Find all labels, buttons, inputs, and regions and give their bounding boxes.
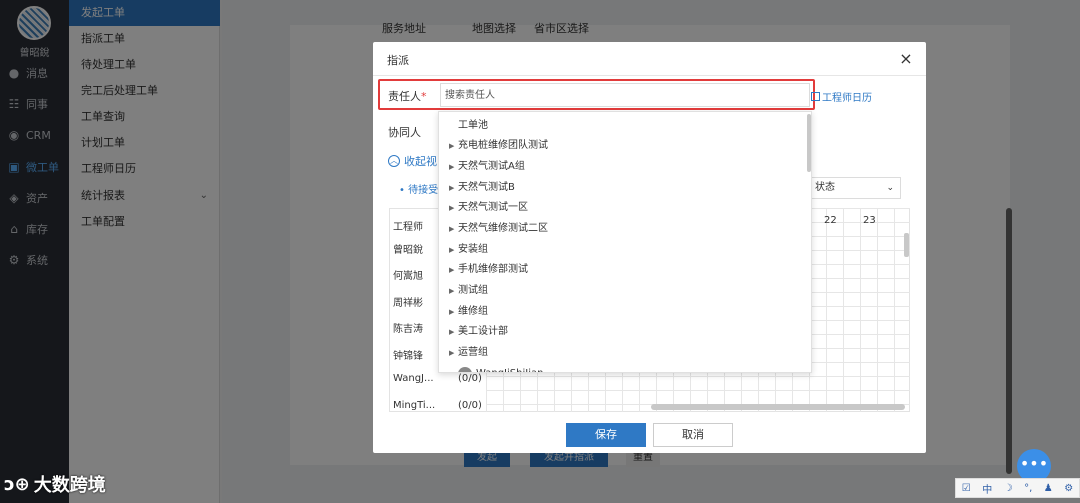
dropdown-scrollbar[interactable] (807, 114, 811, 172)
hour-label: 22 (824, 215, 837, 226)
watermark: ↄ⊕ 大数跨境 (4, 470, 154, 498)
engineer-calendar-link[interactable]: 工程师日历 (811, 89, 872, 104)
caret-right-icon: ▶ (449, 184, 455, 192)
dropdown-item-pool[interactable]: 工单池 (458, 116, 488, 136)
dialog-header: 指派 × (373, 42, 926, 76)
ime-check-icon[interactable]: ☑ (962, 483, 971, 494)
dropdown-group[interactable]: ▶ 美工设计部 (449, 322, 508, 342)
caret-right-icon: ▶ (449, 266, 455, 274)
caret-right-icon: ▶ (449, 308, 455, 316)
engineer-count: (0/0) (458, 373, 482, 384)
dropdown-group[interactable]: ▶ 测试组 (449, 281, 488, 301)
pending-legend: • 待接受 (399, 185, 439, 196)
ime-toolbar: ☑ 中 ☽ °, ♟ ⚙ (955, 478, 1080, 498)
calendar-icon (811, 92, 820, 101)
caret-right-icon: ▶ (449, 246, 455, 254)
ime-gear-icon[interactable]: ⚙ (1064, 483, 1073, 494)
engineer-row[interactable]: 何嵩旭 (393, 267, 423, 282)
highlight-box (378, 79, 815, 110)
chevron-down-icon: ⌄ (886, 183, 894, 193)
caret-right-icon: ▶ (449, 204, 455, 212)
caret-right-icon: ▶ (449, 142, 455, 150)
grid-horizontal-scrollbar[interactable] (651, 404, 905, 410)
caret-right-icon: ▶ (449, 328, 455, 336)
dropdown-group[interactable]: ▶ 天然气测试B (449, 178, 515, 198)
engineer-row[interactable]: WangJ... (393, 373, 434, 384)
engineer-row[interactable]: 陈吉涛 (393, 320, 423, 335)
status-select[interactable]: 状态 ⌄ (808, 177, 901, 199)
dropdown-group[interactable]: ▶ 手机维修部测试 (449, 260, 528, 280)
engineer-row[interactable]: 钟锦锋 (393, 347, 423, 362)
grid-vertical-scrollbar[interactable] (904, 233, 909, 257)
assignee-dropdown: 工单池 ▶ 充电桩维修团队测试 ▶ 天然气测试A组 ▶ 天然气测试B ▶ 天然气测试一区… (438, 111, 812, 373)
hour-label: 23 (863, 215, 876, 226)
dialog-title: 指派 (387, 54, 409, 67)
caret-right-icon: ▶ (449, 287, 455, 295)
collaborator-label: 协同人 (388, 126, 421, 139)
chevron-up-icon: ︿ (388, 155, 400, 167)
engineer-count: (0/0) (458, 400, 482, 411)
caret-right-icon: ▶ (449, 225, 455, 233)
dropdown-group[interactable]: ▶ 天然气测试A组 (449, 157, 525, 177)
watermark-logo-icon: ↄ⊕ (4, 473, 30, 495)
cancel-button[interactable]: 取消 (653, 423, 733, 447)
grid-header-engineer: 工程师 (393, 222, 423, 233)
engineer-row[interactable]: MingTi... (393, 400, 435, 411)
caret-right-icon: ▶ (449, 163, 455, 171)
engineer-row[interactable]: 周祥彬 (393, 294, 423, 309)
dropdown-user[interactable]: WangJiShiJian (458, 364, 543, 372)
ime-chinese[interactable]: 中 (982, 481, 992, 496)
avatar (458, 367, 472, 372)
save-button[interactable]: 保存 (566, 423, 646, 447)
dropdown-group[interactable]: ▶ 维修组 (449, 302, 488, 322)
dropdown-group[interactable]: ▶ 天然气维修测试二区 (449, 219, 548, 239)
collapse-view-link[interactable]: ︿ 收起视 (388, 153, 437, 169)
engineer-row[interactable]: 曾昭銳 (393, 241, 423, 256)
dropdown-group[interactable]: ▶ 天然气测试一区 (449, 198, 528, 218)
ime-user-icon[interactable]: ♟ (1044, 483, 1053, 494)
dropdown-group[interactable]: ▶ 安装组 (449, 240, 488, 260)
caret-right-icon: ▶ (449, 349, 455, 357)
watermark-text: 大数跨境 (33, 475, 106, 496)
dropdown-group[interactable]: ▶ 运营组 (449, 343, 488, 363)
close-icon[interactable]: × (898, 49, 914, 69)
ime-punct-icon[interactable]: °, (1024, 483, 1032, 494)
ime-moon-icon[interactable]: ☽ (1004, 483, 1013, 494)
dropdown-group[interactable]: ▶ 充电桩维修团队测试 (449, 136, 548, 156)
